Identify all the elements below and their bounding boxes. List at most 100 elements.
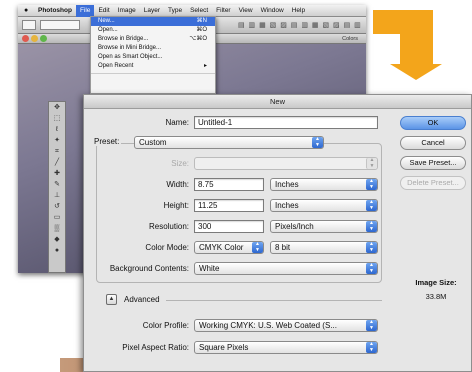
magic-wand-tool-icon[interactable]: ✦ [49, 135, 65, 146]
menu-separator [91, 73, 215, 74]
menu-item-open[interactable]: Open... ⌘O [91, 26, 215, 35]
bit-depth-value: 8 bit [275, 243, 291, 252]
stepper-icon: ▲ ▼ [366, 200, 377, 211]
color-mode-select[interactable]: CMYK Color ▲ ▼ [194, 241, 264, 254]
stepper-icon: ▲ ▼ [312, 137, 323, 148]
stepper-icon: ▲ ▼ [366, 158, 377, 169]
image-size-value: 33.8M [425, 292, 447, 301]
height-label: Height: [163, 201, 189, 210]
menu-select[interactable]: Select [186, 5, 212, 17]
resolution-unit-select[interactable]: Pixels/Inch ▲ ▼ [270, 220, 378, 233]
menu-item-open-recent[interactable]: Open Recent ▸ [91, 62, 215, 71]
name-field[interactable]: Untitled-1 [194, 116, 378, 129]
bit-depth-select[interactable]: 8 bit ▲ ▼ [270, 241, 378, 254]
menu-item-label: Browse in Mini Bridge... [98, 45, 162, 51]
height-field[interactable]: 11.25 [194, 199, 264, 212]
pixel-aspect-ratio-value: Square Pixels [199, 343, 249, 352]
image-size-label: Image Size: [415, 278, 457, 287]
color-profile-value: Working CMYK: U.S. Web Coated (S... [199, 321, 337, 330]
menu-item-shortcut: ⌥⌘O [189, 36, 207, 42]
arrow-graphic-stem [400, 34, 433, 64]
menu-type[interactable]: Type [164, 5, 186, 17]
height-unit-value: Inches [275, 201, 299, 210]
advanced-divider [166, 300, 382, 301]
eraser-tool-icon[interactable]: ▭ [49, 212, 65, 223]
ok-button[interactable]: OK [400, 116, 466, 130]
tools-panel: ✥ ⬚ ℓ ✦ ⌗ ╱ ✚ ✎ ⊥ ↺ ▭ ▒ ◆ ● [48, 101, 66, 273]
arrow-down-icon [390, 64, 442, 80]
width-unit-select[interactable]: Inches ▲ ▼ [270, 178, 378, 191]
options-select[interactable] [40, 20, 80, 30]
advanced-label: Advanced [124, 295, 160, 304]
menu-edit[interactable]: Edit [94, 5, 113, 17]
resolution-field[interactable]: 300 [194, 220, 264, 233]
menu-help[interactable]: Help [288, 5, 309, 17]
menu-item-label: Open Recent [98, 63, 134, 69]
submenu-arrow-icon: ▸ [203, 63, 207, 69]
preset-select[interactable]: Custom ▲ ▼ [134, 136, 324, 149]
marquee-tool-icon[interactable]: ⬚ [49, 113, 65, 124]
menu-photoshop[interactable]: Photoshop [34, 5, 76, 17]
menu-file[interactable]: File [75, 5, 95, 17]
width-unit-value: Inches [275, 180, 299, 189]
align-icons[interactable]: ▤ ▥ ▦ ▧ ▨ ▤ ▥ ▦ ▧ ▨ ▤ ▥ [238, 21, 362, 29]
stepper-icon: ▲ ▼ [366, 179, 377, 190]
stepper-icon: ▲ ▼ [366, 320, 377, 331]
healing-tool-icon[interactable]: ✚ [49, 168, 65, 179]
menu-image[interactable]: Image [114, 5, 140, 17]
eyedropper-tool-icon[interactable]: ╱ [49, 157, 65, 168]
lasso-tool-icon[interactable]: ℓ [49, 124, 65, 135]
menu-view[interactable]: View [235, 5, 257, 17]
stepper-icon: ▲ ▼ [252, 242, 263, 253]
pixel-aspect-ratio-select[interactable]: Square Pixels ▲ ▼ [194, 341, 378, 354]
background-contents-select[interactable]: White ▲ ▼ [194, 262, 378, 275]
menu-item-label: Browse in Bridge... [98, 36, 149, 42]
brush-tool-icon[interactable]: ✎ [49, 179, 65, 190]
size-label: Size: [171, 159, 189, 168]
resolution-label: Resolution: [148, 222, 189, 231]
stepper-icon: ▲ ▼ [366, 242, 377, 253]
new-document-dialog: New Name: Untitled-1 Preset: Custom ▲ ▼ S… [83, 94, 472, 372]
pixel-aspect-ratio-label: Pixel Aspect Ratio: [122, 343, 189, 352]
stamp-tool-icon[interactable]: ⊥ [49, 190, 65, 201]
minimize-icon[interactable] [31, 35, 38, 42]
history-brush-tool-icon[interactable]: ↺ [49, 201, 65, 212]
cancel-button[interactable]: Cancel [400, 136, 466, 150]
menu-layer[interactable]: Layer [140, 5, 164, 17]
color-profile-label: Color Profile: [142, 321, 189, 330]
delete-preset-button: Delete Preset... [400, 176, 466, 190]
color-mode-label: Color Mode: [145, 243, 189, 252]
menu-item-browse-in-mini-bridge[interactable]: Browse in Mini Bridge... [91, 44, 215, 53]
arrow-graphic [373, 10, 433, 34]
width-field[interactable]: 8.75 [194, 178, 264, 191]
menu-item-browse-in-bridge[interactable]: Browse in Bridge... ⌥⌘O [91, 35, 215, 44]
apple-icon[interactable]: ● [24, 7, 34, 14]
crop-tool-icon[interactable]: ⌗ [49, 146, 65, 157]
menu-item-shortcut: ⌘O [196, 27, 207, 33]
menu-item-label: Open as Smart Object... [98, 54, 163, 60]
menu-window[interactable]: Window [257, 5, 288, 17]
color-profile-select[interactable]: Working CMYK: U.S. Web Coated (S... ▲ ▼ [194, 319, 378, 332]
save-preset-button[interactable]: Save Preset... [400, 156, 466, 170]
dodge-tool-icon[interactable]: ● [49, 245, 65, 256]
stepper-icon: ▲ ▼ [366, 342, 377, 353]
gradient-tool-icon[interactable]: ▒ [49, 223, 65, 234]
menu-item-new[interactable]: New... ⌘N [91, 17, 215, 26]
menu-item-label: New... [98, 18, 115, 24]
menu-item-open-as-smart-object[interactable]: Open as Smart Object... [91, 53, 215, 62]
close-icon[interactable] [22, 35, 29, 42]
tool-preset-picker[interactable] [22, 20, 36, 30]
stepper-icon: ▲ ▼ [366, 263, 377, 274]
menu-item-shortcut: ⌘N [196, 18, 207, 24]
move-tool-icon[interactable]: ✥ [49, 102, 65, 113]
name-label: Name: [165, 118, 189, 127]
preset-value: Custom [139, 138, 167, 147]
document-title: Colors [342, 36, 358, 42]
blur-tool-icon[interactable]: ◆ [49, 234, 65, 245]
color-mode-value: CMYK Color [199, 243, 244, 252]
menu-filter[interactable]: Filter [212, 5, 234, 17]
height-unit-select[interactable]: Inches ▲ ▼ [270, 199, 378, 212]
background-contents-label: Background Contents: [109, 264, 189, 273]
advanced-toggle[interactable]: ▲ [106, 294, 117, 305]
zoom-icon[interactable] [40, 35, 47, 42]
